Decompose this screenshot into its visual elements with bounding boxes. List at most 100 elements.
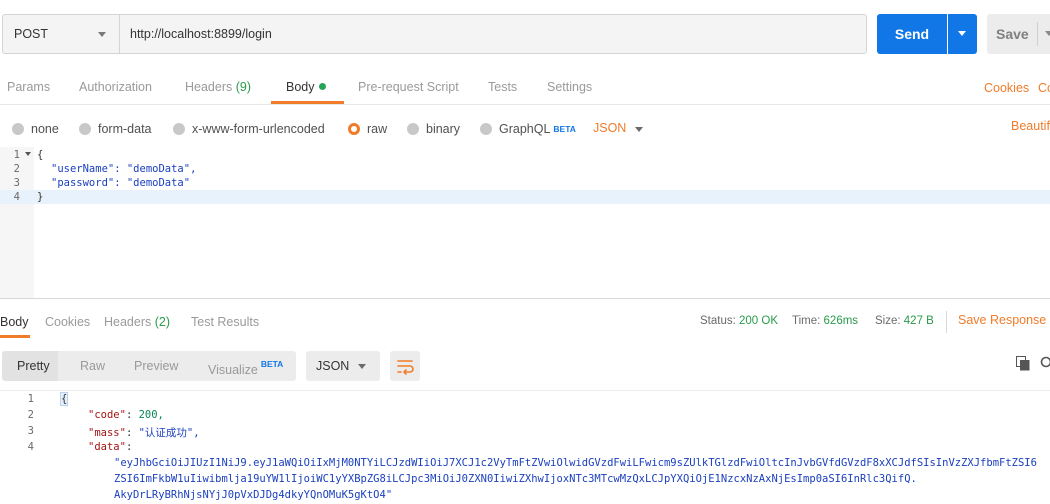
size-readout: Size: 427 B: [875, 315, 934, 327]
line-number: 4: [13, 191, 20, 203]
beta-badge: BETA: [260, 359, 284, 369]
copy-icon: [1016, 356, 1030, 371]
radio-none-label: none: [31, 122, 59, 136]
send-options-button[interactable]: [948, 14, 977, 54]
view-raw[interactable]: Raw: [80, 359, 105, 373]
active-tab-indicator: [0, 335, 30, 338]
search-button[interactable]: [1040, 356, 1050, 371]
view-pretty[interactable]: Pretty: [17, 359, 50, 373]
send-button[interactable]: Send: [877, 14, 947, 54]
view-visualize[interactable]: Visualize BETA: [208, 359, 283, 377]
save-label: Save: [996, 26, 1029, 42]
tab-authorization[interactable]: Authorization: [79, 80, 152, 102]
line-number: 4: [27, 441, 34, 453]
radio-form-data-label: form-data: [98, 122, 152, 136]
response-tab-test-results[interactable]: Test Results: [191, 315, 259, 329]
chevron-down-icon: [98, 32, 106, 37]
line-number: 3: [27, 425, 34, 437]
radio-circle: [480, 123, 492, 135]
line-number: 1: [27, 393, 34, 405]
line-number: 2: [27, 409, 34, 421]
response-tab-headers[interactable]: Headers (2): [104, 315, 170, 329]
code-line: {: [61, 393, 68, 405]
tab-settings[interactable]: Settings: [547, 80, 592, 102]
json-value: 200,: [138, 409, 164, 421]
pane-splitter[interactable]: [0, 298, 1050, 299]
save-button[interactable]: Save: [987, 14, 1050, 54]
code-line: "data":: [88, 441, 133, 453]
divider: [0, 104, 1050, 105]
fold-icon[interactable]: [25, 152, 31, 156]
method-select[interactable]: POST: [2, 14, 119, 54]
json-key: "mass": [88, 427, 126, 439]
json-value-line: "eyJhbGciOiJIUzI1NiJ9.eyJ1aWQiOiIxMjM0NT…: [114, 457, 1037, 469]
time-label: Time:: [792, 315, 821, 327]
radio-urlencoded-label: x-www-form-urlencoded: [192, 122, 325, 136]
response-tab-headers-label: Headers: [104, 315, 152, 329]
response-body-viewer[interactable]: 1 2 3 4 { "code": 200, "mass": "认证成功", "…: [0, 391, 1050, 504]
tab-body-label: Body: [286, 80, 315, 94]
line-number: 1: [13, 149, 20, 161]
search-icon: [1040, 356, 1050, 368]
code-line: "code": 200,: [88, 409, 164, 421]
beta-badge: BETA: [553, 124, 576, 134]
response-view-segment: Pretty Raw Preview Visualize BETA: [2, 351, 296, 381]
tab-headers[interactable]: Headers (9): [185, 80, 251, 102]
body-format-label: JSON: [593, 121, 627, 135]
radio-circle: [12, 123, 24, 135]
line-number: 2: [13, 163, 20, 175]
time-value: 626ms: [823, 315, 859, 327]
radio-graphql[interactable]: GraphQL BETA: [480, 121, 576, 137]
code-link[interactable]: Co: [1038, 81, 1050, 95]
response-tab-cookies[interactable]: Cookies: [45, 315, 90, 329]
code-line: "mass": "认证成功",: [88, 427, 200, 439]
tab-pre-request-script[interactable]: Pre-request Script: [358, 80, 459, 102]
current-line-highlight: [0, 190, 1050, 204]
tab-params[interactable]: Params: [7, 80, 50, 102]
body-format-select[interactable]: JSON: [593, 121, 643, 135]
code-line: {: [37, 149, 44, 161]
status-label: Status:: [700, 315, 736, 327]
radio-none[interactable]: none: [12, 121, 59, 137]
chevron-down-icon: [1045, 31, 1050, 36]
json-key: "code": [88, 409, 126, 421]
save-response-button[interactable]: Save Response: [958, 313, 1046, 327]
divider: [1037, 22, 1038, 46]
radio-circle-selected: [348, 123, 360, 135]
cookies-link[interactable]: Cookies: [984, 81, 1029, 95]
response-format-select[interactable]: JSON: [306, 351, 380, 381]
json-value: "认证成功",: [138, 427, 200, 439]
radio-circle: [79, 123, 91, 135]
radio-binary-label: binary: [426, 122, 461, 136]
radio-urlencoded[interactable]: x-www-form-urlencoded: [173, 121, 325, 137]
wrap-lines-button[interactable]: [390, 351, 420, 381]
request-body-editor[interactable]: 1 2 3 4 { "userName": "demoData", "passw…: [0, 147, 1050, 298]
chevron-down-icon: [635, 127, 643, 132]
radio-raw-label: raw: [367, 122, 388, 136]
divider: [946, 311, 947, 333]
chevron-down-icon: [358, 364, 366, 369]
size-value: 427 B: [903, 315, 934, 327]
radio-form-data[interactable]: form-data: [79, 121, 152, 137]
tab-tests[interactable]: Tests: [488, 80, 517, 102]
code-line: "password": "demoData": [51, 177, 191, 189]
json-value-line: ZSI6ImFkbW1uIiwibmlja19uYW1lIjoiWC1yYXBp…: [114, 473, 917, 485]
json-key: "data": [88, 441, 126, 453]
tab-body[interactable]: Body: [286, 80, 326, 102]
chevron-down-icon: [958, 31, 966, 36]
response-tab-body[interactable]: Body: [0, 315, 29, 329]
view-preview[interactable]: Preview: [134, 359, 178, 373]
line-number: 3: [13, 177, 20, 189]
radio-circle: [407, 123, 419, 135]
beautify-link[interactable]: Beautif: [1011, 119, 1050, 133]
response-format-label: JSON: [316, 359, 350, 373]
url-text: http://localhost:8899/login: [130, 27, 272, 41]
status-readout: Status: 200 OK: [700, 315, 778, 327]
code-line: }: [37, 191, 44, 203]
radio-raw[interactable]: raw: [348, 121, 387, 137]
url-input[interactable]: http://localhost:8899/login: [119, 14, 867, 54]
tab-headers-count: (9): [235, 80, 252, 94]
method-label: POST: [14, 27, 49, 41]
copy-button[interactable]: [1016, 356, 1030, 371]
radio-binary[interactable]: binary: [407, 121, 460, 137]
